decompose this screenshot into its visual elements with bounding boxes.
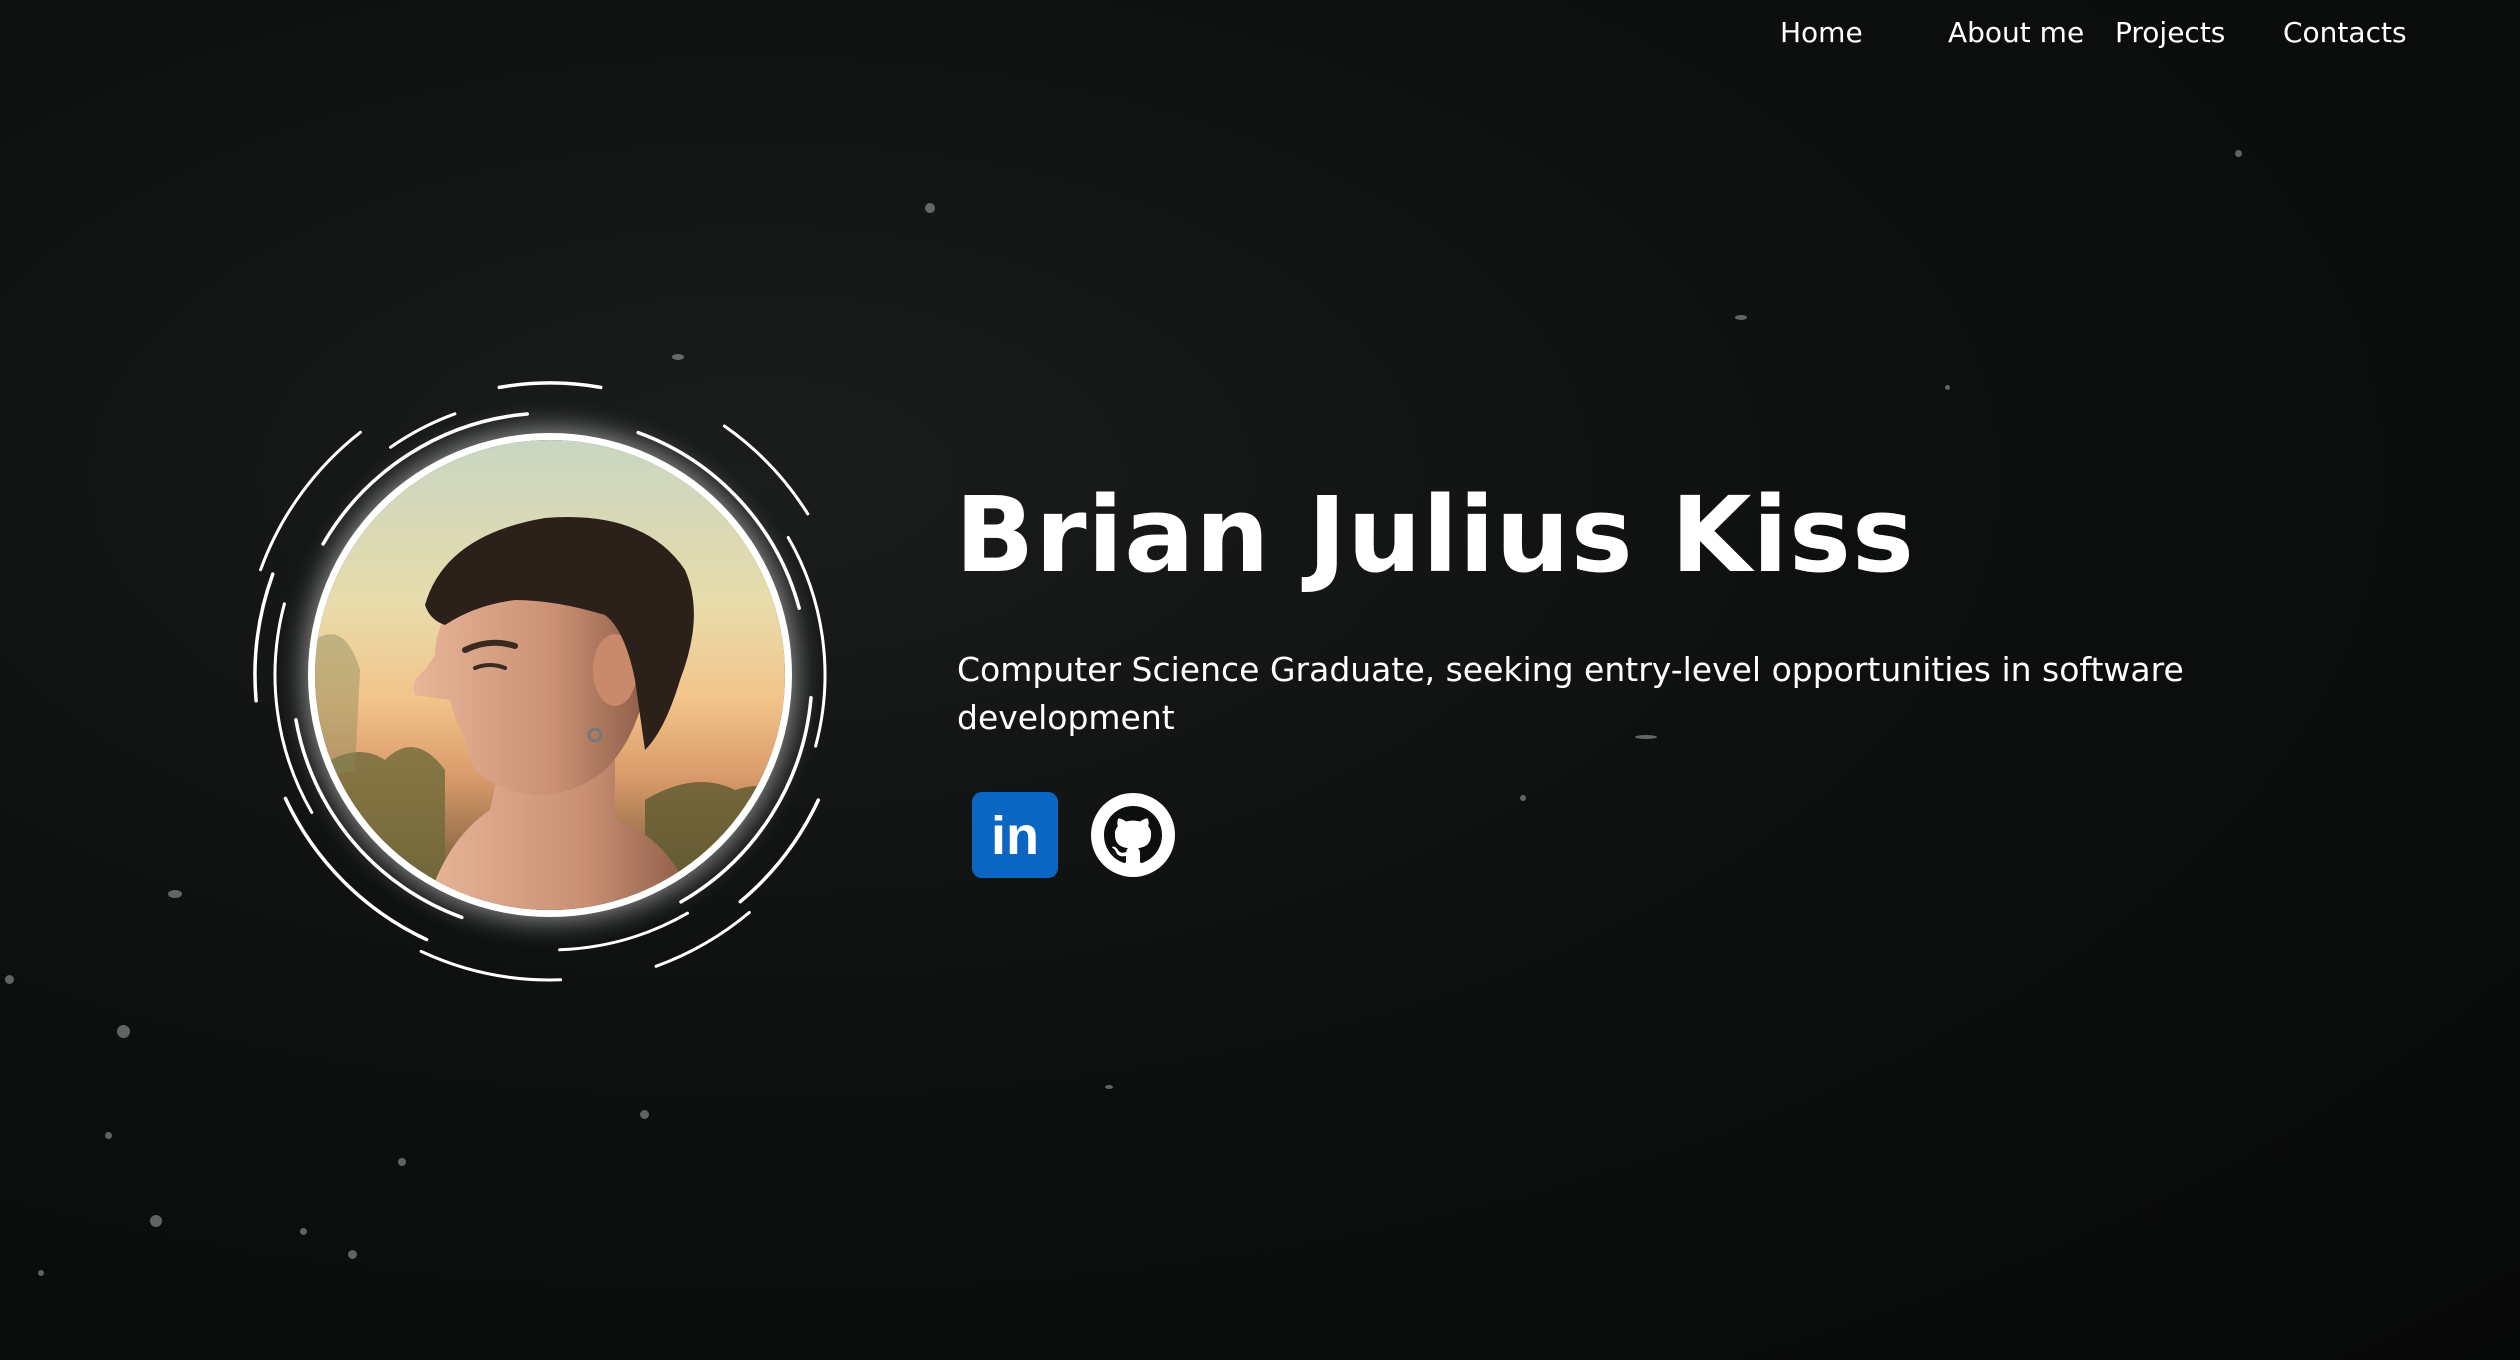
nav-projects[interactable]: Projects bbox=[2115, 16, 2225, 49]
github-link[interactable] bbox=[1090, 792, 1176, 878]
ring-arc bbox=[253, 572, 275, 703]
nav-home[interactable]: Home bbox=[1780, 16, 1863, 49]
profile-photo bbox=[315, 440, 785, 910]
profile-avatar-block bbox=[230, 355, 870, 995]
hero-name: Brian Julius Kiss bbox=[955, 474, 1915, 596]
ring-arc bbox=[738, 798, 821, 904]
nav-contacts[interactable]: Contacts bbox=[2283, 16, 2407, 49]
linkedin-icon: in bbox=[972, 792, 1058, 878]
ring-arc bbox=[389, 412, 457, 449]
ring-arc bbox=[497, 381, 603, 390]
hero-section: Brian Julius Kiss Computer Science Gradu… bbox=[955, 470, 2215, 737]
github-icon bbox=[1091, 793, 1175, 877]
linkedin-icon-label: in bbox=[991, 806, 1039, 866]
top-nav: Home About me Projects Contacts bbox=[0, 14, 2520, 58]
ring-arc bbox=[259, 430, 362, 572]
ring-arc bbox=[558, 911, 689, 952]
nav-about-me[interactable]: About me bbox=[1948, 16, 2084, 49]
ring-arc bbox=[419, 949, 563, 982]
linkedin-link[interactable]: in bbox=[972, 792, 1058, 878]
hero-tagline: Computer Science Graduate, seeking entry… bbox=[957, 650, 2184, 737]
ring-arc bbox=[273, 602, 314, 814]
ring-arc bbox=[722, 424, 810, 516]
ring-arc bbox=[786, 536, 827, 748]
ring-arc bbox=[654, 911, 751, 968]
